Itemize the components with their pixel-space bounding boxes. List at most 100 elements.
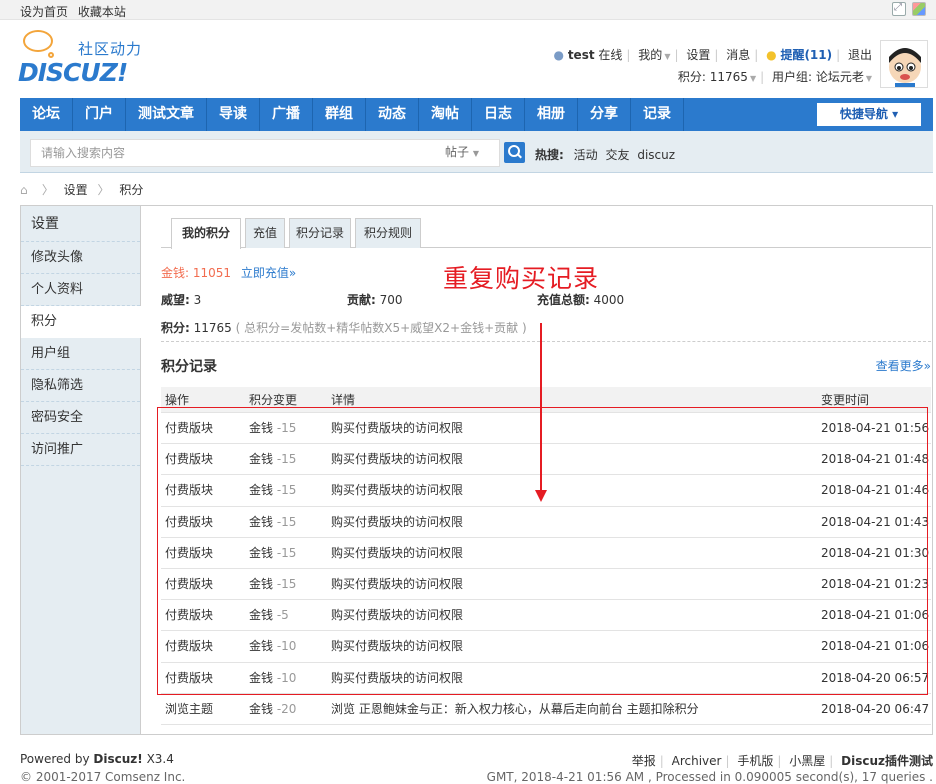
hot-link[interactable]: 活动 xyxy=(574,148,598,162)
breadcrumb: ⌂ 〉 设置 〉 积分 xyxy=(20,183,144,197)
footer-link[interactable]: 小黑屋 xyxy=(789,754,825,768)
bulb-icon: ● xyxy=(766,48,777,62)
gold-value: 11051 xyxy=(192,266,232,280)
usergroup-menu[interactable]: 用户组: 论坛元老 xyxy=(772,70,864,84)
footer-link[interactable]: 手机版 xyxy=(737,754,773,768)
nav-item[interactable]: 淘帖 xyxy=(419,98,472,131)
quick-nav-button[interactable]: 快捷导航 ▾ xyxy=(817,103,921,126)
gold-line: 金钱: 11051 立即充值» xyxy=(161,264,296,281)
powered-name[interactable]: Discuz! xyxy=(93,752,142,766)
nav-item[interactable]: 导读 xyxy=(207,98,260,131)
footer-link[interactable]: Archiver xyxy=(672,754,722,768)
user-icon: ● xyxy=(553,48,564,62)
search-button[interactable] xyxy=(504,142,525,163)
hot-link[interactable]: discuz xyxy=(637,148,675,162)
recharge-link[interactable]: 立即充值» xyxy=(241,266,296,280)
chevron-down-icon: ▼ xyxy=(865,74,872,83)
nav-item[interactable]: 门户 xyxy=(73,98,126,131)
nav-item[interactable]: 分享 xyxy=(578,98,631,131)
search-type-select[interactable]: 帖子 ▼ xyxy=(424,139,500,167)
logout-link[interactable]: 退出 xyxy=(848,48,872,62)
version: X3.4 xyxy=(146,752,174,766)
sidebar-item-security[interactable]: 密码安全 xyxy=(21,402,140,434)
header: 社区动力 DISCUZ! ● test 在线 | 我的 ▼ | 设置 | 消息 | ● 提… xyxy=(0,20,936,97)
tab-credit-rules[interactable]: 积分规则 xyxy=(355,218,421,248)
mine-menu[interactable]: 我的 xyxy=(638,48,662,62)
sidebar-item-promotion[interactable]: 访问推广 xyxy=(21,434,140,466)
prestige-value: 3 xyxy=(193,293,202,307)
sidebar-item-usergroup[interactable]: 用户组 xyxy=(21,338,140,370)
messages-link[interactable]: 消息 xyxy=(726,48,750,62)
breadcrumb-item: 积分 xyxy=(119,183,144,197)
total-formula: ( 总积分=发帖数+精华帖数X5+威望X2+金钱+贡献 ) xyxy=(235,321,527,335)
set-home-link[interactable]: 设为首页 xyxy=(20,5,68,19)
row-time: 2018-04-20 06:47 xyxy=(821,701,930,716)
nav-item[interactable]: 日志 xyxy=(472,98,525,131)
top-links: 设为首页 收藏本站 xyxy=(20,3,132,20)
contribution-label: 贡献: xyxy=(347,293,376,307)
nav-item[interactable]: 论坛 xyxy=(20,98,73,131)
credits-menu[interactable]: 积分: 11765 xyxy=(678,70,748,84)
nav-item[interactable]: 广播 xyxy=(260,98,313,131)
user-info: ● test 在线 | 我的 ▼ | 设置 | 消息 | ● 提醒(11) | 退出 积分:… xyxy=(553,48,873,84)
quick-nav-label: 快捷导航 xyxy=(839,107,888,121)
nav-item[interactable]: 记录 xyxy=(631,98,684,131)
search-bar: 请输入搜索内容 帖子 ▼ 热搜: 活动 交友 discuz xyxy=(20,131,933,173)
logo-name: DISCUZ! xyxy=(18,58,128,87)
gold-label: 金钱: xyxy=(161,266,190,280)
sidebar-title: 设置 xyxy=(21,206,140,242)
view-more-link[interactable]: 查看更多» xyxy=(876,357,931,374)
site-name-link[interactable]: Discuz插件测试 xyxy=(841,754,933,768)
row-detail[interactable]: 浏览 正恩鲍妹金与正：新入权力核心，从幕后走向前台 主题扣除积分 xyxy=(331,694,699,725)
logo[interactable]: 社区动力 DISCUZ! xyxy=(18,28,158,88)
tabs: 我的积分 充值 积分记录 积分规则 xyxy=(161,218,931,249)
copyright: © 2001-2017 Comsenz Inc. xyxy=(20,770,186,784)
records-title: 积分记录 xyxy=(161,359,217,375)
bookmark-link[interactable]: 收藏本站 xyxy=(78,5,126,19)
nav-item[interactable]: 测试文章 xyxy=(126,98,207,131)
sidebar-item-privacy[interactable]: 隐私筛选 xyxy=(21,370,140,402)
username-link[interactable]: test xyxy=(568,48,595,62)
total-label: 积分: xyxy=(161,321,190,335)
main-nav: 论坛 门户 测试文章 导读 广播 群组 动态 淘帖 日志 相册 分享 记录 快捷… xyxy=(20,98,933,131)
chevron-down-icon: ▼ xyxy=(664,52,671,61)
footer-links: 举报 | Archiver | 手机版 | 小黑屋 | Discuz插件测试 xyxy=(631,754,933,768)
tab-my-credits[interactable]: 我的积分 xyxy=(171,218,241,249)
search-type-label: 帖子 xyxy=(445,145,470,159)
powered-by: Powered by Discuz! X3.4 xyxy=(20,752,174,766)
hot-link[interactable]: 交友 xyxy=(605,148,629,162)
contribution-value: 700 xyxy=(379,293,403,307)
sidebar-item-avatar[interactable]: 修改头像 xyxy=(21,242,140,274)
switch-width-icon[interactable] xyxy=(892,2,906,16)
divider xyxy=(161,341,931,342)
top-bar: 设为首页 收藏本站 xyxy=(0,0,936,20)
nav-item[interactable]: 相册 xyxy=(525,98,578,131)
sidebar-item-profile[interactable]: 个人资料 xyxy=(21,274,140,306)
chevron-down-icon: ▾ xyxy=(892,107,899,121)
logo-bubble-icon xyxy=(23,30,53,52)
row-change-amount: -20 xyxy=(276,701,297,716)
recharge-total-value: 4000 xyxy=(593,293,625,307)
settings-link[interactable]: 设置 xyxy=(686,48,710,62)
online-status: 在线 xyxy=(598,48,623,62)
nav-item[interactable]: 群组 xyxy=(313,98,366,131)
tab-recharge[interactable]: 充值 xyxy=(245,218,285,248)
sidebar: 设置 修改头像 个人资料 积分 用户组 隐私筛选 密码安全 访问推广 xyxy=(21,206,141,734)
home-icon[interactable]: ⌂ xyxy=(20,183,32,197)
annotation-text: 重复购买记录 xyxy=(443,264,600,293)
highlight-box xyxy=(157,407,928,695)
recharge-total-label: 充值总额: xyxy=(537,293,590,307)
sidebar-item-credits[interactable]: 积分 xyxy=(21,306,141,338)
remind-link[interactable]: 提醒(11) xyxy=(780,48,832,62)
annotation-arrowhead xyxy=(535,490,547,502)
nav-item[interactable]: 动态 xyxy=(366,98,419,131)
footer-link[interactable]: 举报 xyxy=(632,754,656,768)
theme-icon[interactable] xyxy=(912,2,926,16)
row-change-type: 金钱 xyxy=(249,701,274,716)
tab-credit-log[interactable]: 积分记录 xyxy=(289,218,351,248)
breadcrumb-item[interactable]: 设置 xyxy=(64,183,88,197)
row-operation: 浏览主题 xyxy=(165,701,214,716)
row-change: 金钱 -20 xyxy=(249,694,296,725)
avatar[interactable] xyxy=(880,40,928,88)
gmt-info: GMT, 2018-4-21 01:56 AM , Processed in 0… xyxy=(486,770,933,784)
